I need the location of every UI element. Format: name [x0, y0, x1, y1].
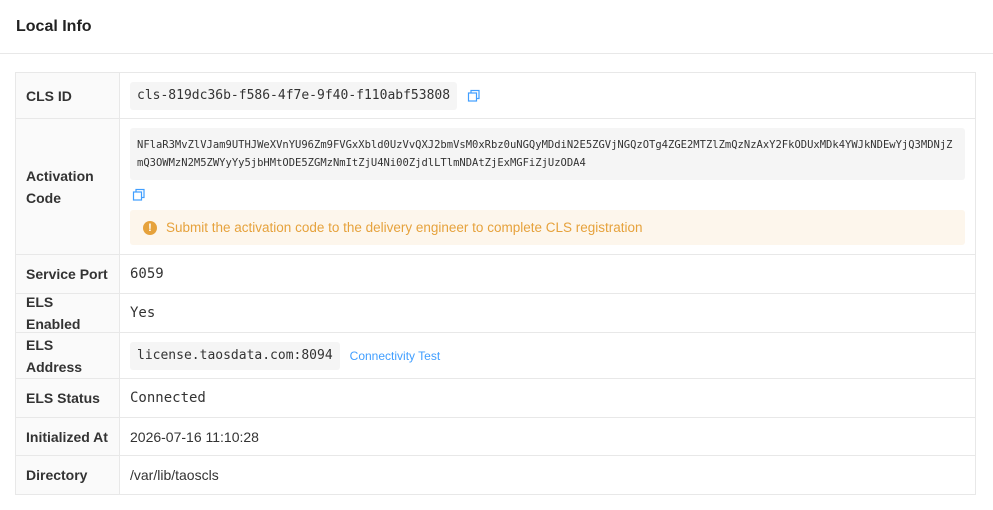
els-address-value-cell: license.taosdata.com:8094 Connectivity T… — [120, 333, 975, 378]
els-enabled-value: Yes — [130, 305, 156, 321]
connectivity-test-link[interactable]: Connectivity Test — [350, 349, 441, 363]
activation-notice: ! Submit the activation code to the deli… — [130, 210, 965, 245]
directory-label: Directory — [16, 456, 120, 494]
activation-code-value: NFlaR3MvZlVJam9UTHJWeXVnYU96Zm9FVGxXbld0… — [130, 128, 965, 180]
page-header: Local Info — [0, 0, 993, 54]
cls-id-value: cls-819dc36b-f586-4f7e-9f40-f110abf53808 — [130, 81, 458, 110]
els-address-label: ELS Address — [16, 333, 120, 378]
row-activation-code: Activation Code NFlaR3MvZlVJam9UTHJWeXVn… — [16, 119, 975, 255]
row-initialized-at: Initialized At 2026-07-16 11:10:28 — [16, 418, 975, 456]
directory-value: /var/lib/taoscls — [130, 467, 219, 483]
row-els-enabled: ELS Enabled Yes — [16, 294, 975, 333]
activation-notice-text: Submit the activation code to the delive… — [166, 220, 643, 235]
initialized-at-label: Initialized At — [16, 418, 120, 455]
els-enabled-label: ELS Enabled — [16, 294, 120, 332]
els-address-value: license.taosdata.com:8094 — [130, 341, 340, 370]
service-port-value: 6059 — [130, 266, 164, 282]
els-status-value: Connected — [130, 390, 206, 406]
row-directory: Directory /var/lib/taoscls — [16, 456, 975, 494]
els-status-label: ELS Status — [16, 379, 120, 417]
cls-id-label: CLS ID — [16, 73, 120, 118]
row-service-port: Service Port 6059 — [16, 255, 975, 294]
info-table: CLS ID cls-819dc36b-f586-4f7e-9f40-f110a… — [15, 72, 976, 495]
copy-icon[interactable] — [467, 89, 481, 103]
exclamation-circle-icon: ! — [143, 220, 157, 235]
row-cls-id: CLS ID cls-819dc36b-f586-4f7e-9f40-f110a… — [16, 73, 975, 119]
initialized-at-value: 2026-07-16 11:10:28 — [130, 428, 259, 445]
row-els-status: ELS Status Connected — [16, 379, 975, 418]
cls-id-value-cell: cls-819dc36b-f586-4f7e-9f40-f110abf53808 — [120, 73, 975, 118]
activation-code-label: Activation Code — [16, 119, 120, 254]
page-title: Local Info — [16, 17, 92, 35]
service-port-label: Service Port — [16, 255, 120, 293]
row-els-address: ELS Address license.taosdata.com:8094 Co… — [16, 333, 975, 379]
copy-icon[interactable] — [132, 188, 146, 202]
activation-code-value-cell: NFlaR3MvZlVJam9UTHJWeXVnYU96Zm9FVGxXbld0… — [120, 119, 975, 254]
